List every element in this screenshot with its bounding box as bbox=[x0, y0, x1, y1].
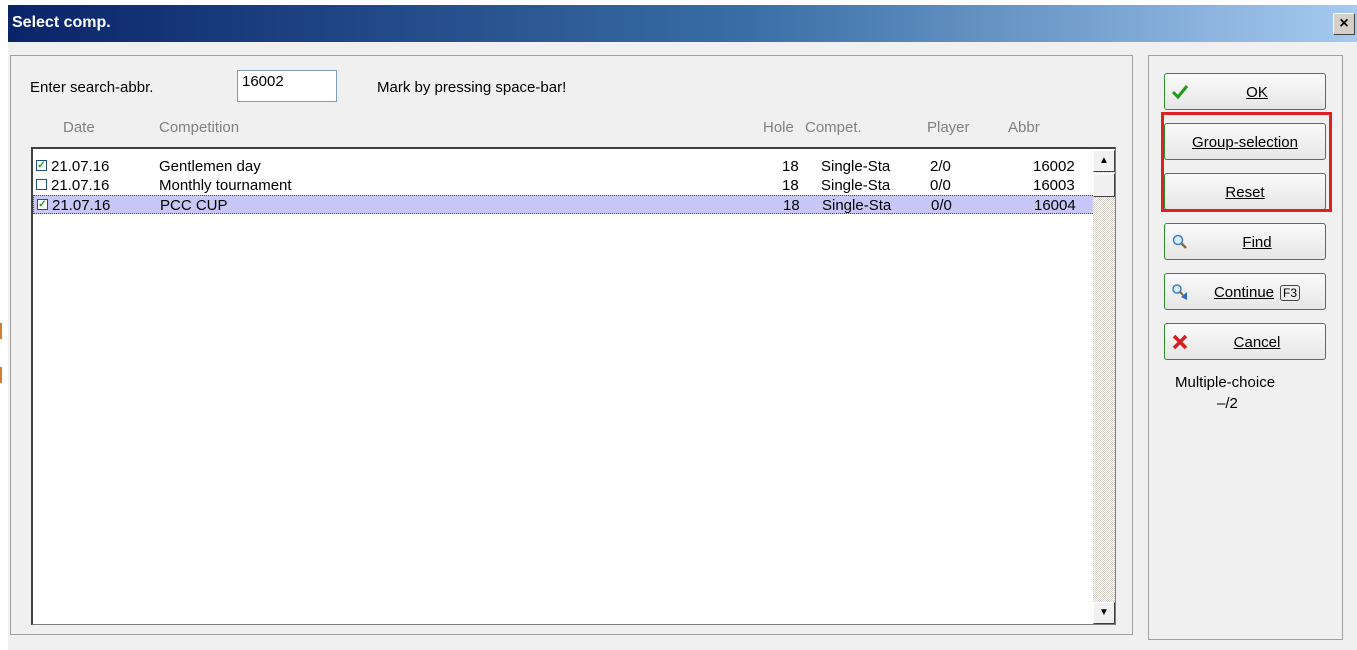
row-player: 2/0 bbox=[930, 158, 951, 175]
search-input[interactable] bbox=[237, 70, 337, 102]
find-button[interactable]: Find bbox=[1164, 223, 1326, 260]
table-row[interactable]: ✓ 21.07.16 Gentlemen day 18 Single-Sta 2… bbox=[33, 157, 1095, 176]
row-competition: Gentlemen day bbox=[159, 158, 261, 175]
column-header-player[interactable]: Player bbox=[927, 119, 970, 136]
checkmark-icon: ✓ bbox=[37, 160, 46, 171]
left-edge-mark bbox=[0, 323, 2, 339]
space-bar-hint: Mark by pressing space-bar! bbox=[377, 79, 567, 96]
column-header-competition[interactable]: Competition bbox=[159, 119, 239, 136]
window-title: Select comp. bbox=[12, 14, 111, 31]
reset-label: Reset bbox=[1225, 184, 1265, 201]
row-abbr: 16004 bbox=[1034, 197, 1076, 214]
red-x-icon bbox=[1172, 334, 1188, 350]
magnifier-icon bbox=[1172, 234, 1187, 249]
row-date: 21.07.16 bbox=[52, 197, 111, 214]
scroll-down-button[interactable]: ▼ bbox=[1093, 602, 1115, 624]
row-checkbox[interactable]: ✓ bbox=[37, 199, 48, 210]
continue-button[interactable]: Continue F3 bbox=[1164, 273, 1326, 310]
row-hole: 18 bbox=[782, 158, 799, 175]
arrow-down-icon: ▼ bbox=[1099, 607, 1109, 618]
row-player: 0/0 bbox=[930, 177, 951, 194]
scroll-thumb[interactable] bbox=[1093, 173, 1115, 197]
ok-label: OK bbox=[1246, 84, 1268, 101]
close-icon: × bbox=[1339, 15, 1349, 32]
row-compet: Single-Sta bbox=[822, 197, 892, 214]
row-compet: Single-Sta bbox=[821, 177, 891, 194]
row-compet: Single-Sta bbox=[821, 158, 891, 175]
checkmark-icon bbox=[1171, 85, 1189, 100]
row-abbr: 16003 bbox=[1033, 177, 1075, 194]
cancel-label: Cancel bbox=[1233, 334, 1281, 351]
group-selection-button[interactable]: Group-selection bbox=[1164, 123, 1326, 160]
vertical-scrollbar[interactable]: ▲ ▼ bbox=[1093, 150, 1115, 624]
row-hole: 18 bbox=[782, 177, 799, 194]
table-row[interactable]: ✓ 21.07.16 PCC CUP 18 Single-Sta 0/0 160… bbox=[33, 195, 1095, 214]
f3-shortcut-badge: F3 bbox=[1280, 285, 1301, 301]
magnifier-arrow-icon bbox=[1172, 284, 1187, 300]
arrow-up-icon: ▲ bbox=[1099, 155, 1109, 166]
left-edge-mark bbox=[0, 367, 2, 383]
row-checkbox[interactable] bbox=[36, 179, 47, 190]
group-selection-label: Group-selection bbox=[1192, 134, 1298, 151]
row-competition: Monthly tournament bbox=[159, 177, 292, 194]
ok-button[interactable]: OK bbox=[1164, 73, 1326, 110]
column-header-date[interactable]: Date bbox=[63, 119, 95, 136]
competition-list[interactable]: ✓ 21.07.16 Gentlemen day 18 Single-Sta 2… bbox=[31, 147, 1116, 625]
column-header-compet[interactable]: Compet. bbox=[805, 119, 862, 136]
cancel-button[interactable]: Cancel bbox=[1164, 323, 1326, 360]
find-label: Find bbox=[1242, 234, 1272, 251]
column-header-abbr[interactable]: Abbr bbox=[1008, 119, 1040, 136]
search-label: Enter search-abbr. bbox=[30, 79, 154, 96]
row-date: 21.07.16 bbox=[51, 177, 110, 194]
table-row[interactable]: 21.07.16 Monthly tournament 18 Single-St… bbox=[33, 176, 1095, 195]
row-player: 0/0 bbox=[931, 197, 952, 214]
row-checkbox[interactable]: ✓ bbox=[36, 160, 47, 171]
checkmark-icon: ✓ bbox=[38, 199, 47, 210]
multiple-choice-label: Multiple-choice bbox=[1175, 374, 1276, 391]
scroll-up-button[interactable]: ▲ bbox=[1093, 150, 1115, 172]
multiple-choice-count: –/2 bbox=[1217, 395, 1238, 412]
row-hole: 18 bbox=[783, 197, 800, 214]
title-bar: Select comp. × bbox=[8, 5, 1357, 42]
reset-button[interactable]: Reset bbox=[1164, 173, 1326, 210]
column-header-hole[interactable]: Hole bbox=[763, 119, 794, 136]
continue-label: Continue bbox=[1213, 284, 1275, 301]
row-abbr: 16002 bbox=[1033, 158, 1075, 175]
row-date: 21.07.16 bbox=[51, 158, 110, 175]
row-competition: PCC CUP bbox=[160, 197, 228, 214]
close-button[interactable]: × bbox=[1333, 13, 1355, 35]
